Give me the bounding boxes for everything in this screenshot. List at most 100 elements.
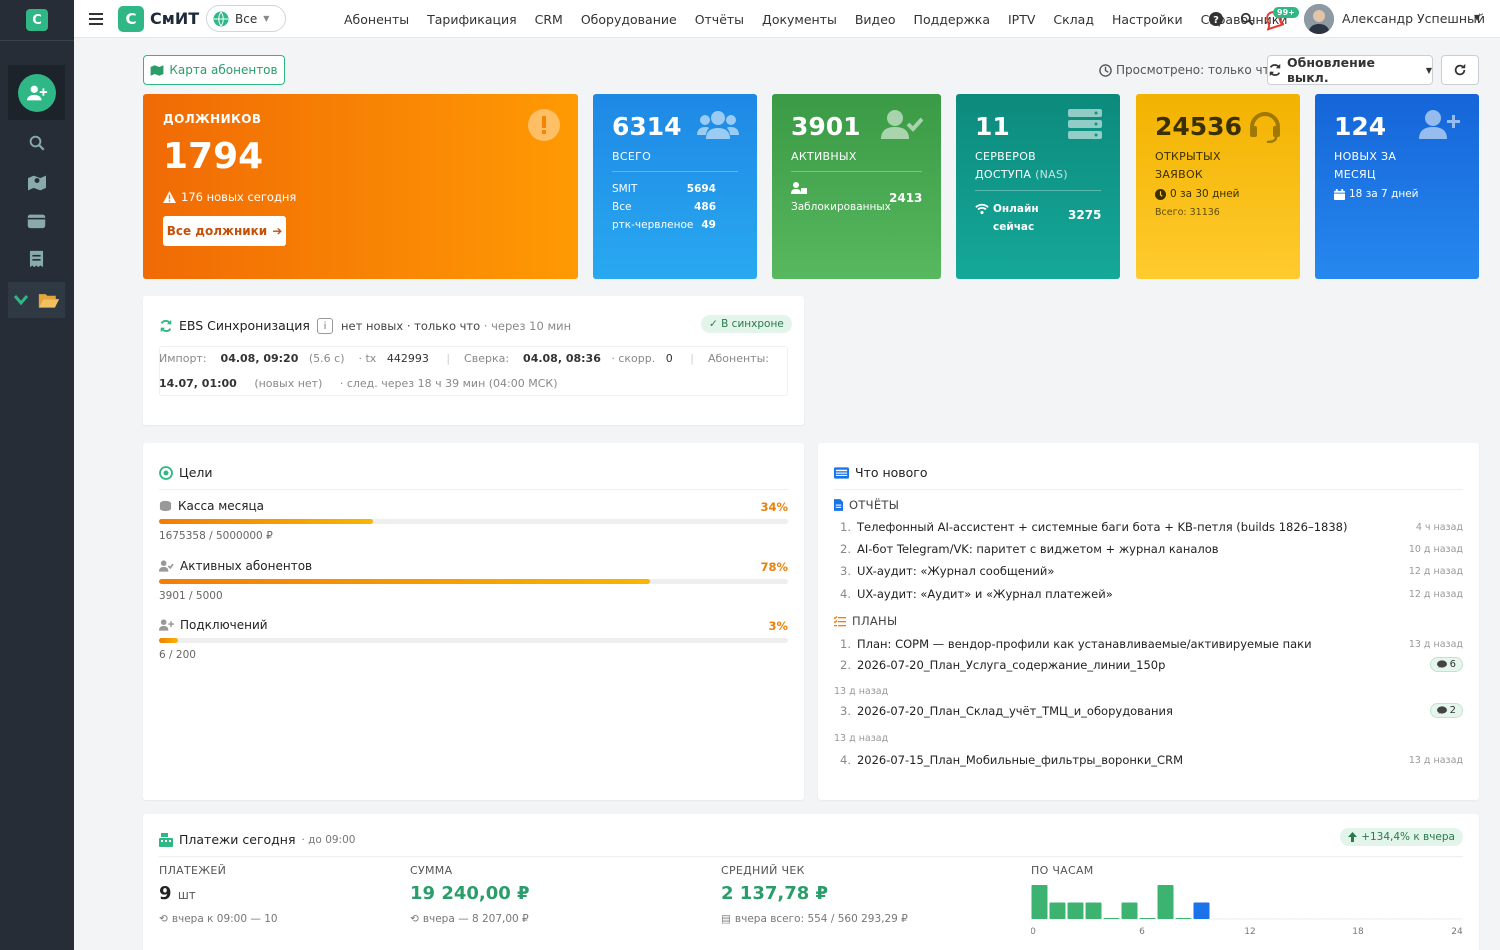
list-item[interactable]: 3. UX-аудит: «Журнал сообщений» 12 д назад <box>840 564 1463 578</box>
debtors-label: ДОЛЖНИКОВ <box>163 112 262 126</box>
hour-bar[interactable] <box>1319 918 1336 920</box>
servers-label-nas: (NAS) <box>1035 168 1068 181</box>
hour-bar[interactable] <box>1283 918 1300 920</box>
hour-bar[interactable] <box>1211 918 1228 920</box>
hour-bar[interactable] <box>1229 918 1246 920</box>
corrected-value: 0 <box>665 352 673 365</box>
user-name[interactable]: Александр Успешный <box>1342 11 1485 26</box>
nav-settings[interactable]: Настройки <box>1112 12 1183 27</box>
help-icon[interactable]: ? <box>1209 12 1223 26</box>
servers-card: 11 СЕРВЕРОВ ДОСТУПА (NAS) Онлайн сейчас 32… <box>956 94 1120 279</box>
hour-bar[interactable] <box>1247 918 1264 920</box>
hour-bar[interactable] <box>1085 902 1102 919</box>
reports-section-title: ОТЧЁТЫ <box>834 498 899 512</box>
new-month-card: 124 НОВЫХ ЗА МЕСЯЦ 18 за 7 дней <box>1315 94 1479 279</box>
avatar[interactable] <box>1304 4 1334 34</box>
user-plus-icon <box>26 85 47 100</box>
sidebar-logo[interactable]: C <box>26 9 48 31</box>
hour-bar[interactable] <box>1391 918 1408 920</box>
list-item[interactable]: 1. План: СОРМ — вендор-профили как устана… <box>840 637 1463 651</box>
nav-video[interactable]: Видео <box>855 12 896 27</box>
ebs-title: EBS Синхронизация <box>159 318 310 333</box>
all-debtors-button[interactable]: Все должники ➔ <box>163 216 286 246</box>
hour-bar[interactable] <box>1067 902 1084 919</box>
hour-bar[interactable] <box>1175 917 1192 919</box>
item-number: 1. <box>840 520 851 534</box>
hour-tick-label: 6 <box>1139 927 1145 937</box>
add-subscriber-button[interactable] <box>8 65 65 120</box>
auto-update-dropdown[interactable]: Обновление выкл. ▼ <box>1267 55 1433 85</box>
item-number: 3. <box>840 703 851 718</box>
hamburger-icon[interactable] <box>89 12 103 25</box>
hour-bar[interactable] <box>1337 918 1354 920</box>
nav-reports[interactable]: Отчёты <box>695 12 744 27</box>
payments-panel: Платежи сегодня · до 09:00 +134,4% к вче… <box>143 814 1479 950</box>
hour-bar[interactable] <box>1409 918 1426 920</box>
next-run: · след. через 18 ч 39 мин (04:00 МСК) <box>339 377 558 390</box>
online-value: 3275 <box>1068 208 1102 222</box>
goal-percent: 3% <box>768 619 788 633</box>
sidebar-receipt[interactable] <box>8 244 65 274</box>
divider <box>612 171 738 172</box>
list-item[interactable]: 4. UX-аудит: «Аудит» и «Журнал платежей» 1… <box>840 587 1463 601</box>
item-time: 13 д назад <box>1408 638 1463 650</box>
sidebar-map[interactable] <box>8 168 65 198</box>
caret-down-icon[interactable]: ▼ <box>1474 13 1480 22</box>
ebs-info: нет новых · только что · через 10 мин <box>341 319 571 333</box>
item-text: 2026-07-20_План_Услуга_содержание_линии_… <box>856 657 1166 672</box>
list-item[interactable]: 2. 2026-07-20_План_Услуга_содержание_лини… <box>840 657 1463 672</box>
info-icon[interactable]: i <box>317 318 333 334</box>
hour-bar[interactable] <box>1193 902 1210 919</box>
comment-count-badge[interactable]: 6 <box>1429 657 1463 672</box>
reports-section-label: ОТЧЁТЫ <box>849 498 900 512</box>
nav-documents[interactable]: Документы <box>762 12 837 27</box>
list-item[interactable]: 1. Телефонный AI-ассистент + системные ба… <box>840 520 1463 534</box>
nav-tariffs[interactable]: Тарификация <box>427 12 517 27</box>
hour-bar[interactable] <box>1445 918 1462 920</box>
search-icon[interactable] <box>1240 12 1254 26</box>
scope-selector[interactable]: Все ▼ <box>206 5 286 32</box>
sidebar-search[interactable] <box>8 128 65 158</box>
hour-bar[interactable] <box>1265 918 1282 920</box>
list-item[interactable]: 2. AI-бот Telegram/VK: паритет с виджетом… <box>840 542 1463 556</box>
app-name[interactable]: СмИТ <box>150 9 199 28</box>
user-plus-icon <box>159 619 174 631</box>
nav-subscribers[interactable]: Абоненты <box>344 12 409 27</box>
refresh-button[interactable] <box>1441 55 1479 85</box>
new-month-label: НОВЫХ ЗА МЕСЯЦ <box>1334 148 1396 184</box>
goal-percent: 34% <box>760 500 788 514</box>
nav-crm[interactable]: CRM <box>535 12 563 27</box>
hour-bar[interactable] <box>1301 918 1318 920</box>
hour-bar[interactable] <box>1373 918 1390 920</box>
hour-bar[interactable] <box>1103 917 1120 919</box>
hour-bar[interactable] <box>1427 918 1444 920</box>
app-logo[interactable]: С <box>118 6 144 32</box>
list-item[interactable]: 3. 2026-07-20_План_Склад_учёт_ТМЦ_и_обору… <box>840 703 1463 718</box>
hour-bar[interactable] <box>1355 918 1372 920</box>
payments-avg-value: 2 137,78 ₽ <box>721 883 829 904</box>
nav-iptv[interactable]: IPTV <box>1008 12 1035 27</box>
list-item[interactable]: 4. 2026-07-15_План_Мобильные_фильтры_воро… <box>840 753 1463 767</box>
hour-bar[interactable] <box>1121 902 1138 919</box>
item-time: 10 д назад <box>1408 543 1463 555</box>
sidebar-folder[interactable] <box>8 282 65 318</box>
goal-progress-fill <box>159 638 178 643</box>
hour-bar[interactable] <box>1139 917 1156 919</box>
hour-bar[interactable] <box>1049 902 1066 919</box>
news-title: Что нового <box>834 465 928 480</box>
comment-count-badge[interactable]: 2 <box>1429 703 1463 718</box>
subscriber-map-button[interactable]: Карта абонентов <box>143 55 285 85</box>
nav-equipment[interactable]: Оборудование <box>581 12 677 27</box>
row-label: SMIT <box>612 183 638 195</box>
payments-count-yesterday-text: вчера к 09:00 — 10 <box>171 913 278 925</box>
main-nav: Абоненты Тарификация CRM Оборудование От… <box>344 0 1287 38</box>
hour-bar[interactable] <box>1031 885 1048 919</box>
item-number: 2. <box>840 657 851 672</box>
nav-support[interactable]: Поддержка <box>914 12 990 27</box>
total-value: 6314 <box>612 112 682 141</box>
online-label: Онлайн сейчас <box>975 200 1039 236</box>
ebs-next-text: · через 10 мин <box>483 319 572 333</box>
hour-bar[interactable] <box>1157 885 1174 919</box>
nav-warehouse[interactable]: Склад <box>1053 12 1094 27</box>
sidebar-wallet[interactable] <box>8 206 65 236</box>
